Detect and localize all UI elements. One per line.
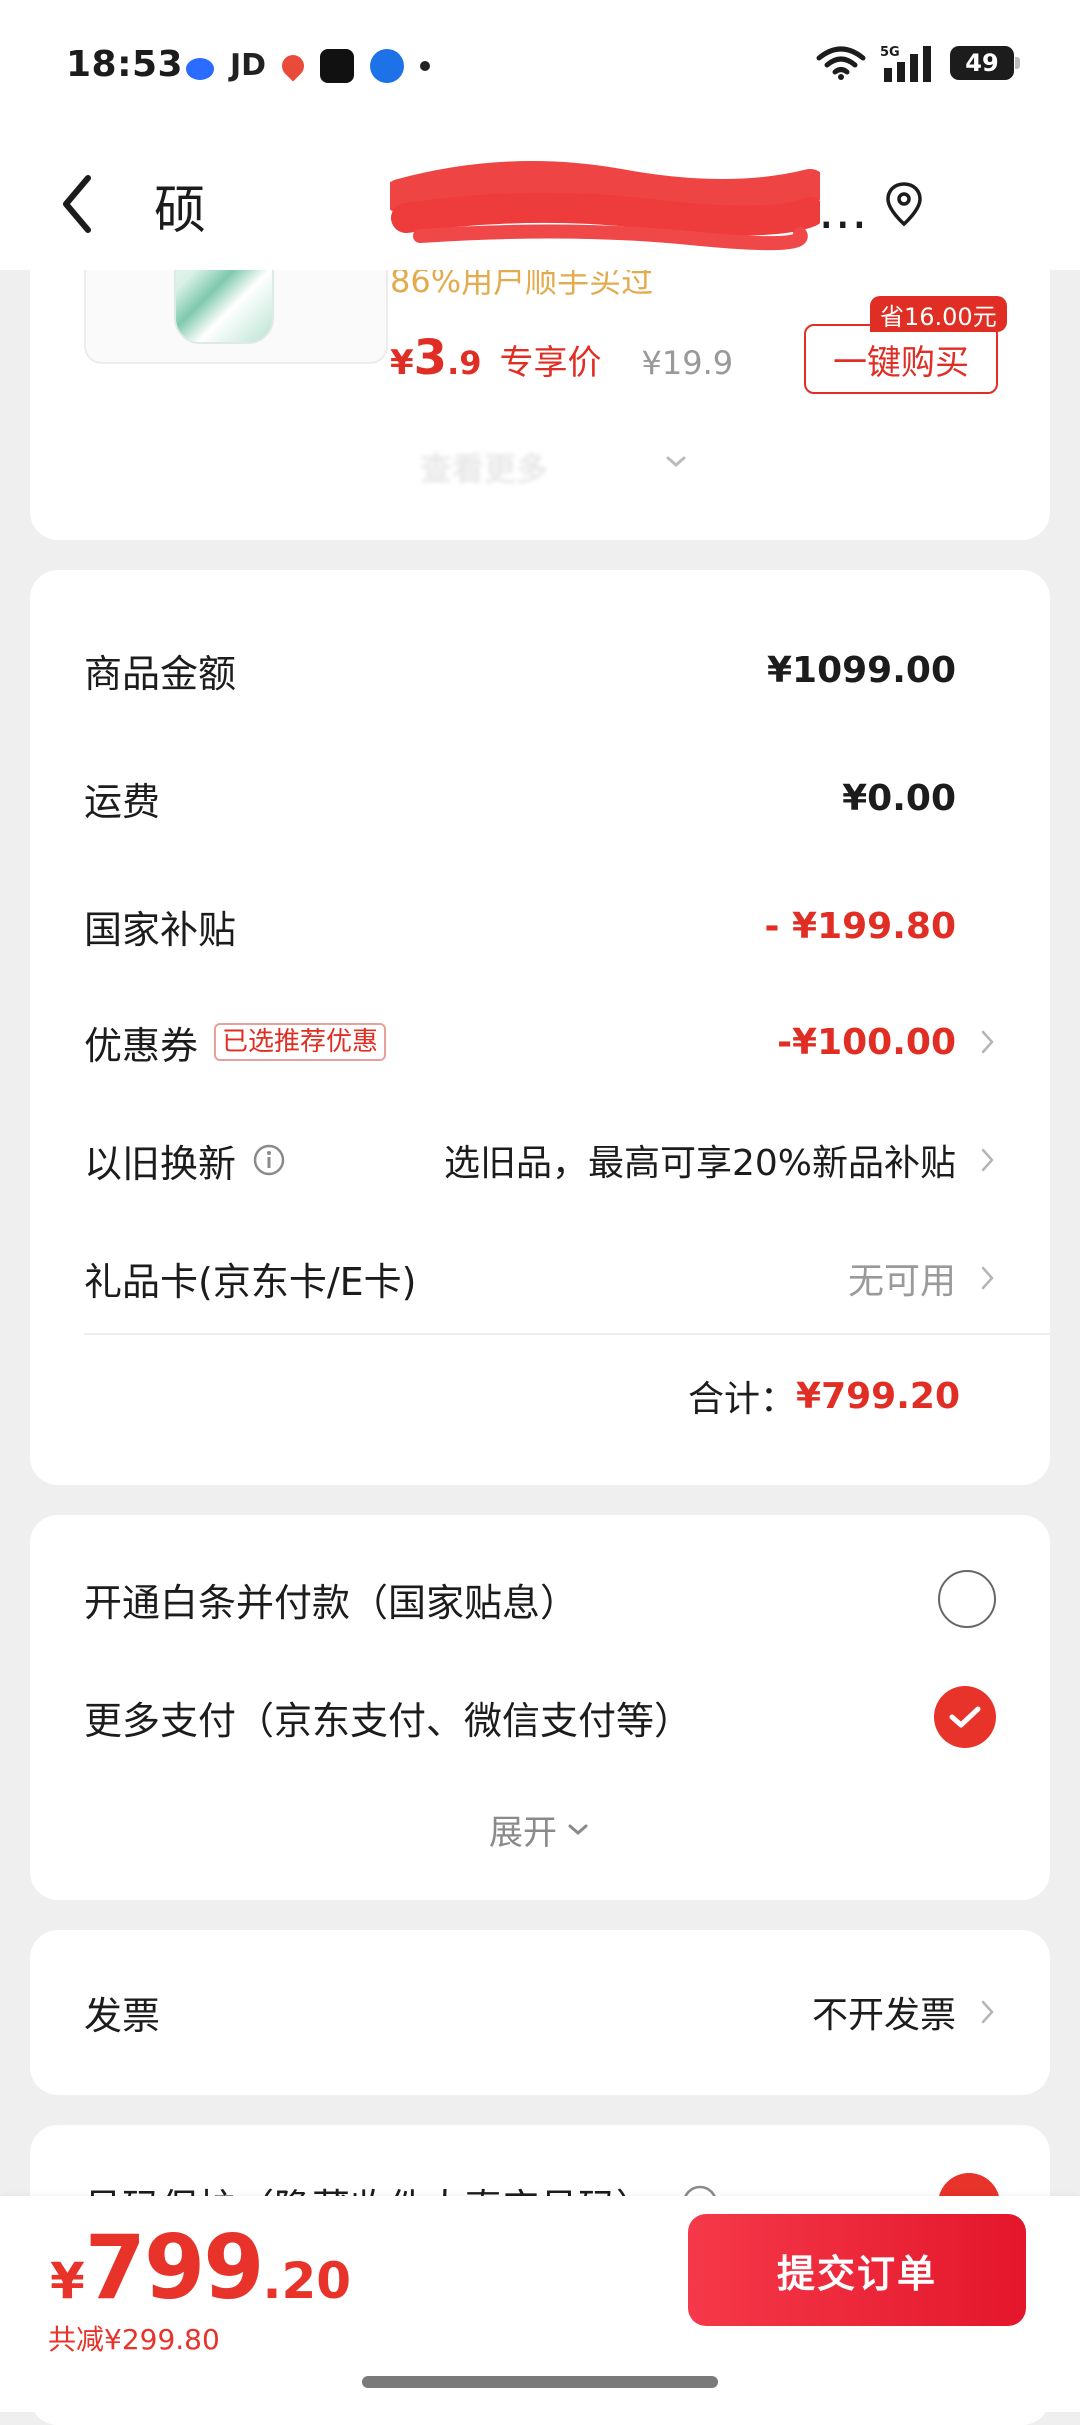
invoice-value: 不开发票	[811, 1995, 956, 2036]
bank-app-icon	[370, 48, 405, 83]
order-summary-card: 商品金额 ¥1099.00 运费 ¥0.00 国家补贴 - ¥199.80 优惠…	[30, 570, 1050, 1485]
summary-total-row: 合计： ¥799.20	[688, 1370, 960, 1422]
product-price-row: ¥3.9 专享价 ¥19.9	[390, 330, 733, 386]
payment-method-card: 开通白条并付款（国家贴息） 更多支付（京东支付、微信支付等） 展开	[30, 1515, 1050, 1900]
shipping-label: 运费	[84, 779, 161, 824]
goods-amount-row: 商品金额 ¥1099.00	[84, 640, 996, 700]
gift-card-label: 礼品卡(京东卡/E卡)	[84, 1259, 417, 1304]
total-label: 合计：	[688, 1379, 797, 1420]
quick-buy-button[interactable]: 一键购买	[804, 324, 998, 394]
wifi-icon	[816, 46, 866, 80]
chevron-right-icon	[981, 1030, 994, 1054]
coupon-row[interactable]: 优惠券 已选推荐优惠 -¥100.00	[84, 1012, 996, 1072]
status-bar: 18:53 JD 5G 49	[0, 0, 1080, 140]
jd-app-icon: JD	[230, 48, 267, 83]
tiktok-app-icon	[320, 48, 355, 83]
location-pin-icon[interactable]	[884, 180, 924, 228]
subsidy-label: 国家补贴	[84, 907, 237, 952]
goods-amount-value: ¥1099.00	[766, 649, 956, 691]
invoice-label: 发票	[84, 1993, 161, 2038]
total-value: ¥799.20	[796, 1375, 960, 1417]
expand-payment-options[interactable]: 展开	[30, 1805, 1050, 1854]
chevron-right-icon	[981, 1148, 994, 1172]
baitiao-radio[interactable]	[938, 1570, 996, 1628]
title-start: 硕	[154, 181, 207, 241]
gift-card-row[interactable]: 礼品卡(京东卡/E卡) 无可用	[84, 1248, 996, 1308]
baitiao-payment-label: 开通白条并付款（国家贴息）	[84, 1580, 579, 1625]
cellular-signal-icon: 5G	[880, 45, 931, 82]
coupon-label: 优惠券	[84, 1023, 199, 1068]
shipping-value: ¥0.00	[842, 777, 956, 819]
chevron-right-icon	[981, 1266, 994, 1290]
more-payment-label: 更多支付（京东支付、微信支付等）	[84, 1698, 693, 1743]
goods-amount-label: 商品金额	[84, 651, 237, 696]
chevron-down-icon	[568, 1824, 588, 1835]
baitiao-payment-option[interactable]: 开通白条并付款（国家贴息）	[84, 1559, 996, 1639]
redaction-scribble	[390, 161, 820, 251]
home-indicator[interactable]	[362, 2376, 718, 2388]
promo-label: 专享价	[499, 343, 602, 383]
battery-icon: 49	[950, 46, 1020, 80]
trade-in-row[interactable]: 以旧换新 选旧品，最高可享20%新品补贴	[84, 1130, 996, 1190]
more-notifications-dot-icon	[420, 60, 431, 71]
subsidy-value: - ¥199.80	[764, 905, 956, 947]
submit-order-button[interactable]: 提交订单	[688, 2214, 1026, 2326]
more-payment-radio-checked[interactable]	[934, 1686, 996, 1748]
save-badge: 省16.00元	[870, 296, 1007, 332]
more-payment-option[interactable]: 更多支付（京东支付、微信支付等）	[84, 1677, 996, 1757]
page-header: 硕丰...	[0, 140, 1080, 270]
recommended-product-card: 86%用户顺手买过 ¥3.9 专享价 ¥19.9 省16.00元 一键购买 查看…	[30, 230, 1050, 540]
original-price: ¥19.9	[641, 344, 734, 382]
back-chevron-icon[interactable]	[56, 164, 100, 244]
svg-text:5G: 5G	[880, 45, 900, 60]
shipping-row: 运费 ¥0.00	[84, 768, 996, 828]
promo-price: ¥3.9	[390, 330, 482, 386]
expand-label: 展开	[489, 1813, 557, 1853]
summary-divider	[84, 1333, 1050, 1335]
invoice-card[interactable]: 发票 不开发票	[30, 1930, 1050, 2095]
chevron-down-icon	[666, 456, 686, 467]
cloud-app-icon	[186, 57, 214, 80]
trade-in-label: 以旧换新	[84, 1141, 237, 1186]
total-saved-text: 共减¥299.80	[48, 2323, 220, 2356]
checkout-bottom-bar: ¥799.20 共减¥299.80 提交订单	[0, 2196, 1080, 2412]
invoice-row[interactable]: 发票 不开发票	[84, 1982, 996, 2042]
checkmark-icon	[949, 1706, 981, 1728]
chevron-right-icon	[981, 2000, 994, 2024]
view-more-link[interactable]: 查看更多	[420, 444, 548, 490]
notification-icons: JD	[186, 48, 431, 83]
coupon-selected-tag: 已选推荐优惠	[214, 1023, 387, 1061]
trade-in-value: 选旧品，最高可享20%新品补贴	[443, 1143, 956, 1184]
order-total-price: ¥799.20	[50, 2216, 352, 2319]
map-app-icon	[277, 49, 309, 82]
national-subsidy-row: 国家补贴 - ¥199.80	[84, 896, 996, 956]
status-time: 18:53	[66, 44, 184, 85]
info-icon[interactable]	[252, 1143, 286, 1177]
coupon-value: -¥100.00	[777, 1021, 956, 1063]
system-icons: 5G 49	[816, 44, 1020, 82]
gift-card-value: 无可用	[847, 1261, 956, 1302]
